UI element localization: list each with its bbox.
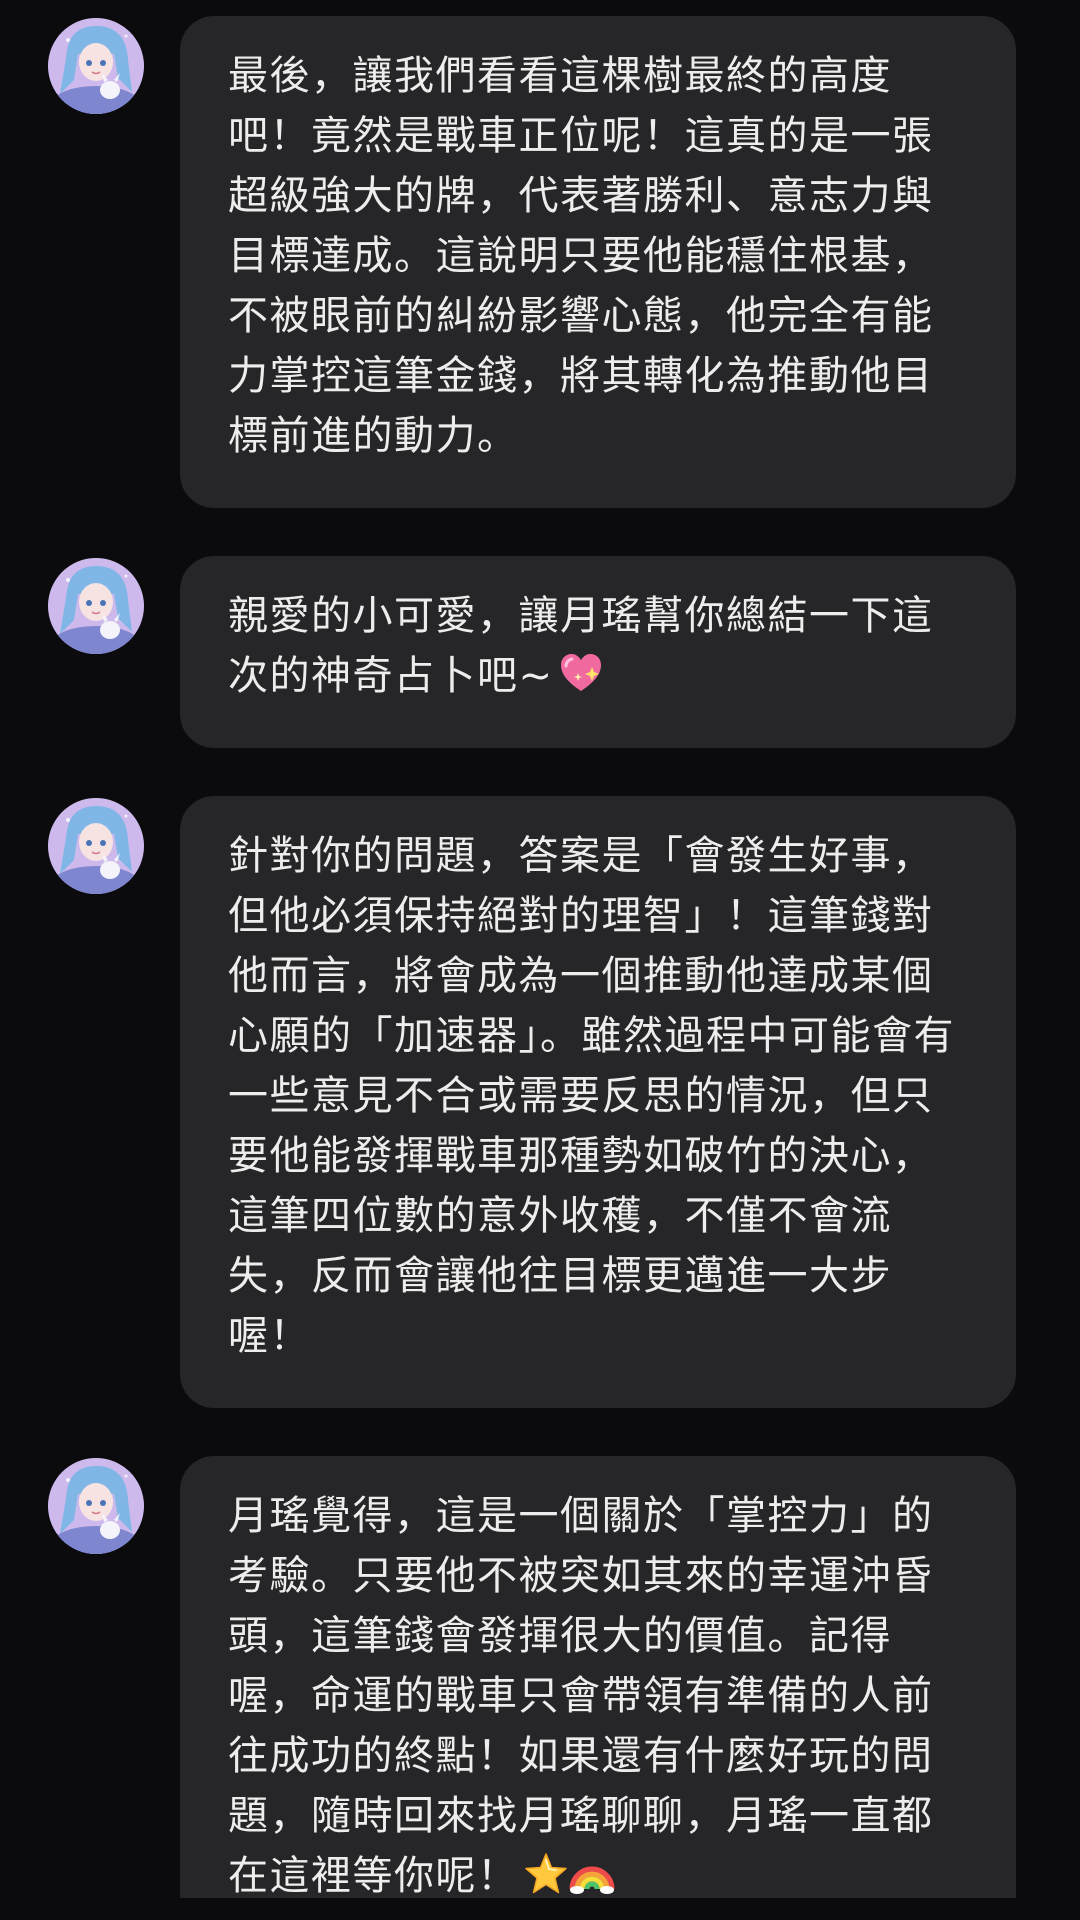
avatar-illustration-icon bbox=[48, 798, 144, 894]
message-text: 親愛的小可愛，讓月瑤幫你總結一下這次的神奇占卜吧~ bbox=[228, 593, 934, 699]
bot-avatar[interactable] bbox=[48, 18, 144, 114]
message-text: 月瑤覺得，這是一個關於「掌控力」的考驗。只要他不被突如其來的幸運沖昏頭，這筆錢會… bbox=[228, 1493, 934, 1899]
chat-thread[interactable]: 最後，讓我們看看這棵樹最終的高度吧！竟然是戰車正位呢！這真的是一張超級強大的牌，… bbox=[0, 0, 1080, 1920]
bot-avatar[interactable] bbox=[48, 798, 144, 894]
message-text: 針對你的問題，答案是「會發生好事，但他必須保持絕對的理智」！這筆錢對他而言，將會… bbox=[228, 833, 955, 1359]
bot-message-bubble[interactable]: 針對你的問題，答案是「會發生好事，但他必須保持絕對的理智」！這筆錢對他而言，將會… bbox=[180, 796, 1016, 1408]
avatar-illustration-icon bbox=[48, 18, 144, 114]
bot-avatar[interactable] bbox=[48, 1458, 144, 1554]
bottom-edge bbox=[0, 1898, 1080, 1920]
sparkling-heart-icon bbox=[560, 654, 601, 691]
message-text: 最後，讓我們看看這棵樹最終的高度吧！竟然是戰車正位呢！這真的是一張超級強大的牌，… bbox=[228, 53, 934, 459]
avatar-illustration-icon bbox=[48, 558, 144, 654]
bot-message-bubble[interactable]: 親愛的小可愛，讓月瑤幫你總結一下這次的神奇占卜吧~ bbox=[180, 556, 1016, 748]
bot-message-bubble[interactable]: 最後，讓我們看看這棵樹最終的高度吧！竟然是戰車正位呢！這真的是一張超級強大的牌，… bbox=[180, 16, 1016, 508]
bot-message-bubble[interactable]: 月瑤覺得，這是一個關於「掌控力」的考驗。只要他不被突如其來的幸運沖昏頭，這筆錢會… bbox=[180, 1456, 1016, 1904]
star-icon bbox=[524, 1853, 567, 1894]
avatar-illustration-icon bbox=[48, 1458, 144, 1554]
rainbow-icon bbox=[569, 1866, 614, 1894]
bot-avatar[interactable] bbox=[48, 558, 144, 654]
